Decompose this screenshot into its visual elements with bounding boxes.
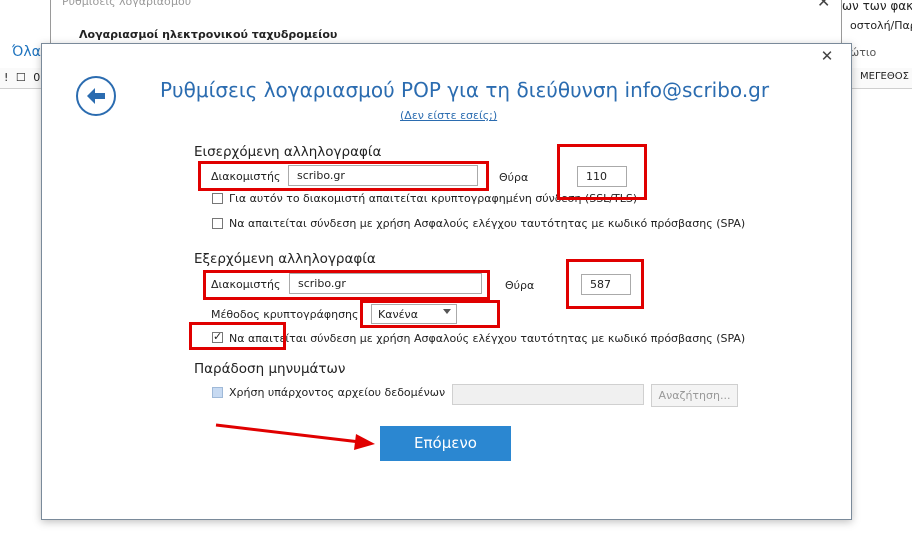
- next-button[interactable]: Επόμενο: [380, 426, 511, 461]
- not-you-link[interactable]: (Δεν είστε εσείς;): [400, 109, 497, 122]
- ssl-checkbox[interactable]: [212, 193, 223, 204]
- incoming-spa-label: Να απαιτείται σύνδεση με χρήση Ασφαλούς …: [229, 217, 746, 230]
- background-folder-text: ων των φακέ: [842, 0, 912, 13]
- arrow-left-icon: [87, 88, 105, 104]
- incoming-spa-checkbox[interactable]: [212, 218, 223, 229]
- ssl-checkbox-label: Για αυτόν το διακομιστή απαιτείται κρυπτ…: [229, 192, 638, 205]
- background-folder-text-2: οστολή/Παραλ: [850, 19, 912, 32]
- outgoing-port-label: Θύρα: [505, 279, 535, 292]
- dialog-title: Ρυθμίσεις λογαριασμού POP για τη διεύθυν…: [160, 78, 770, 102]
- incoming-mail-heading: Εισερχόμενη αλληλογραφία: [194, 144, 382, 160]
- size-column-header[interactable]: ΜΕΓΕΘΟΣ: [860, 71, 909, 82]
- account-settings-title: Ρυθμίσεις λογαριασμού: [62, 0, 192, 8]
- existing-data-file-checkbox[interactable]: [212, 387, 223, 398]
- encryption-method-select[interactable]: Κανένα: [371, 304, 457, 324]
- incoming-server-label: Διακομιστής: [211, 170, 281, 183]
- incoming-server-input[interactable]: scribo.gr: [288, 165, 478, 186]
- close-icon[interactable]: ✕: [820, 49, 834, 64]
- encryption-method-label: Μέθοδος κρυπτογράφησης: [211, 308, 359, 321]
- incoming-port-label: Θύρα: [499, 171, 529, 184]
- outgoing-spa-checkbox[interactable]: [212, 330, 223, 343]
- background-search-text: ώτιο: [850, 46, 877, 59]
- outgoing-spa-label: Να απαιτείται σύνδεση με χρήση Ασφαλούς …: [229, 332, 746, 345]
- back-button[interactable]: [76, 76, 116, 116]
- chevron-down-icon: [443, 309, 451, 314]
- filter-all-link[interactable]: Όλα: [12, 44, 41, 60]
- account-settings-close-icon[interactable]: ✕: [817, 0, 830, 11]
- outgoing-server-label: Διακομιστής: [211, 278, 281, 291]
- browse-button: Αναζήτηση...: [651, 384, 738, 407]
- existing-data-file-label: Χρήση υπάρχοντος αρχείου δεδομένων: [229, 386, 446, 399]
- outgoing-server-input[interactable]: scribo.gr: [289, 273, 482, 294]
- arrow-annotation-icon: [215, 423, 375, 450]
- email-accounts-heading: Λογαριασμοί ηλεκτρονικού ταχυδρομείου: [79, 28, 338, 41]
- message-delivery-heading: Παράδοση μηνυμάτων: [194, 361, 346, 377]
- incoming-port-input[interactable]: 110: [577, 166, 627, 187]
- outgoing-port-input[interactable]: 587: [581, 274, 631, 295]
- outgoing-mail-heading: Εξερχόμενη αλληλογραφία: [194, 251, 376, 267]
- data-file-path-input: [452, 384, 644, 405]
